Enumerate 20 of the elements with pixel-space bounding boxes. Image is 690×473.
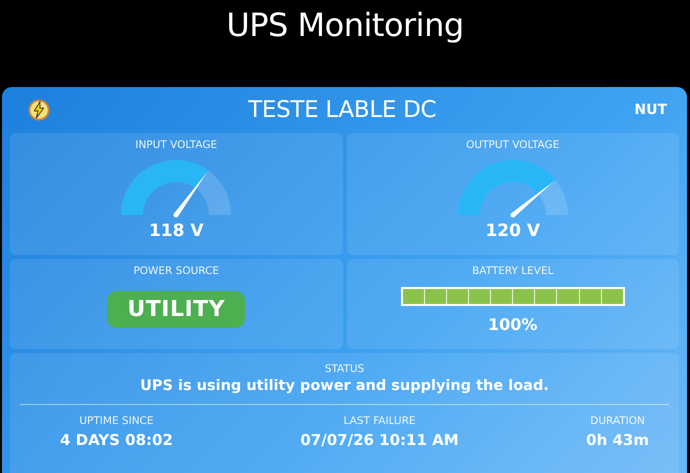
panel-label: BATTERY LEVEL bbox=[472, 265, 554, 277]
voltage-reading: 120 V bbox=[485, 221, 540, 241]
stat-label: UPTIME SINCE bbox=[79, 415, 154, 427]
lightning-icon bbox=[28, 99, 50, 121]
status-message: UPS is using utility power and supplying the load. bbox=[139, 378, 550, 394]
panel-label: STATUS bbox=[324, 363, 366, 375]
stat-label: DURATION bbox=[590, 415, 645, 427]
panel-label: INPUT VOLTAGE bbox=[135, 139, 218, 151]
stat-value: 0h 43m bbox=[586, 431, 649, 449]
panel-label: OUTPUT VOLTAGE bbox=[466, 139, 560, 151]
panel-label: POWER SOURCE bbox=[133, 265, 220, 277]
stat-value: 4 DAYS 08:02 bbox=[60, 431, 173, 449]
stat-value: 07/07/26 10:11 AM bbox=[300, 431, 459, 449]
device-name: TESTE LABLE DC bbox=[247, 97, 438, 123]
voltage-reading: 118 V bbox=[148, 221, 204, 241]
battery-reading: 100% bbox=[488, 315, 538, 334]
stat-label: LAST FAILURE bbox=[344, 415, 416, 427]
driver-label: NUT bbox=[634, 102, 667, 118]
power-source-badge: UTILITY bbox=[107, 291, 246, 328]
page-title: UPS Monitoring bbox=[225, 5, 465, 46]
